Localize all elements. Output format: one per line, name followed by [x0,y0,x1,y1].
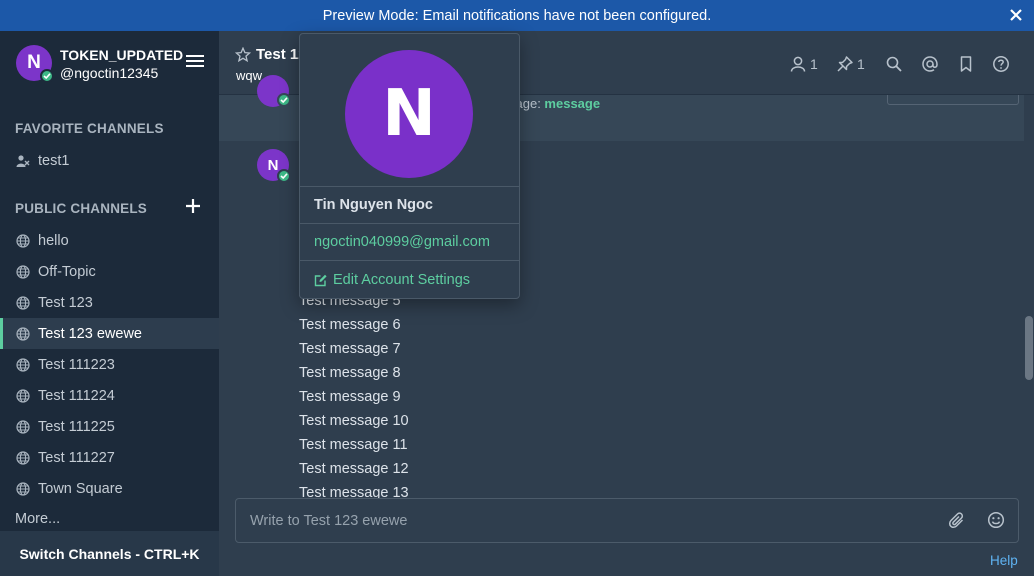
sidebar-item-label: test1 [38,152,70,169]
pinned-button[interactable]: 1 [836,53,865,75]
online-status-icon [40,69,54,83]
username[interactable]: @ngoctin12345 [60,65,158,81]
members-count: 1 [810,56,818,72]
post-preview-highlight: message [544,96,601,111]
sidebar-item-channel[interactable]: Test 111223 [0,349,219,380]
divider [300,223,519,224]
edit-account-settings-label: Edit Account Settings [333,272,471,288]
sidebar-item-label: Off-Topic [38,263,96,280]
message-text: Test message 9 [299,389,401,405]
online-status-icon [277,93,291,107]
full-name: Tin Nguyen Ngoc [314,197,433,213]
announcement-banner: Preview Mode: Email notifications have n… [0,0,1034,31]
team-name[interactable]: TOKEN_UPDATED [60,47,183,63]
message-text: Test message 10 [299,413,409,429]
members-button[interactable]: 1 [789,53,818,75]
sidebar-item-label: Test 111224 [38,387,115,404]
sidebar-item-channel[interactable]: Test 111224 [0,380,219,411]
pin-icon [837,56,853,72]
message-text: Test message 8 [299,365,401,381]
sidebar-item-channel[interactable]: Test 111227 [0,442,219,473]
sidebar-item-test1[interactable]: test1 [0,145,219,176]
avatar-initial: N [267,156,279,174]
message-text: Test message 11 [299,437,408,453]
member-icon [790,56,806,72]
profile-popover: N Tin Nguyen Ngoc ngoctin040999@gmail.co… [299,33,520,299]
add-channel-icon[interactable] [184,197,202,215]
banner-text: Preview Mode: Email notifications have n… [322,7,712,24]
sidebar-item-label: hello [38,232,69,249]
channel-purpose: wqw [236,68,263,83]
globe-icon [16,481,30,496]
post-actions-box [887,95,1019,105]
sidebar-item-label: Test 123 [38,294,93,311]
message-text: Test message 7 [299,341,401,357]
bookmark-icon[interactable] [957,53,975,75]
globe-icon [16,419,30,434]
globe-icon [16,295,30,310]
edit-account-settings-link[interactable]: Edit Account Settings [314,272,470,288]
message-text: Test message 12 [299,461,409,477]
avatar[interactable]: N [16,45,54,83]
globe-icon [16,326,30,341]
sidebar-item-channel[interactable]: Test 111225 [0,411,219,442]
star-icon[interactable] [234,46,252,63]
avatar-initial: N [27,52,41,73]
sidebar-item-channel[interactable]: hello [0,225,219,256]
public-channels-heading: PUBLIC CHANNELS [15,201,148,216]
message-text: Test message 6 [299,317,401,333]
message-input-box [235,498,1019,543]
avatar-initial: N [382,77,436,151]
globe-icon [16,264,30,279]
sidebar-item-label: Test 111223 [38,356,115,373]
sidebar-item-label: Test 111225 [38,418,115,435]
sidebar-item-channel[interactable]: Off-Topic [0,256,219,287]
globe-icon [16,357,30,372]
globe-icon [16,450,30,465]
hamburger-menu-icon[interactable] [186,55,204,71]
divider [300,186,519,187]
favorite-channels-heading: FAVORITE CHANNELS [15,121,164,136]
sidebar-header: N TOKEN_UPDATED @ngoctin12345 [0,31,219,95]
post-preview-text: sage: message [509,96,600,111]
sidebar-item-label: Test 123 ewewe [38,325,142,342]
close-icon[interactable] [1006,5,1026,25]
sidebar-item-label: Test 111227 [38,449,115,466]
pinned-count: 1 [857,56,865,72]
mention-icon[interactable] [921,53,939,75]
sidebar-item-label: Town Square [38,480,123,497]
globe-icon [16,388,30,403]
help-link[interactable]: Help [990,553,1018,568]
message-input[interactable] [250,510,930,532]
scrollbar-thumb[interactable] [1025,316,1033,380]
online-status-icon [277,169,291,183]
divider [300,260,519,261]
help-icon[interactable] [992,53,1010,75]
paperclip-icon[interactable] [948,512,966,530]
emoji-icon[interactable] [987,511,1005,529]
search-icon[interactable] [885,53,903,75]
popover-avatar: N [345,50,473,178]
avatar[interactable]: N [257,149,291,183]
edit-icon [314,274,327,287]
dm-user-icon [16,154,30,168]
sidebar-item-channel[interactable]: Test 123 ewewe [0,318,219,349]
email-link[interactable]: ngoctin040999@gmail.com [314,234,490,250]
sidebar-item-channel[interactable]: Test 123 [0,287,219,318]
globe-icon [16,233,30,248]
sidebar-item-channel[interactable]: Town Square [0,473,219,504]
switch-channels-button[interactable]: Switch Channels - CTRL+K [0,531,219,576]
sidebar: N TOKEN_UPDATED @ngoctin12345 FAVORITE C… [0,31,219,576]
more-channels-link[interactable]: More... [15,511,60,527]
